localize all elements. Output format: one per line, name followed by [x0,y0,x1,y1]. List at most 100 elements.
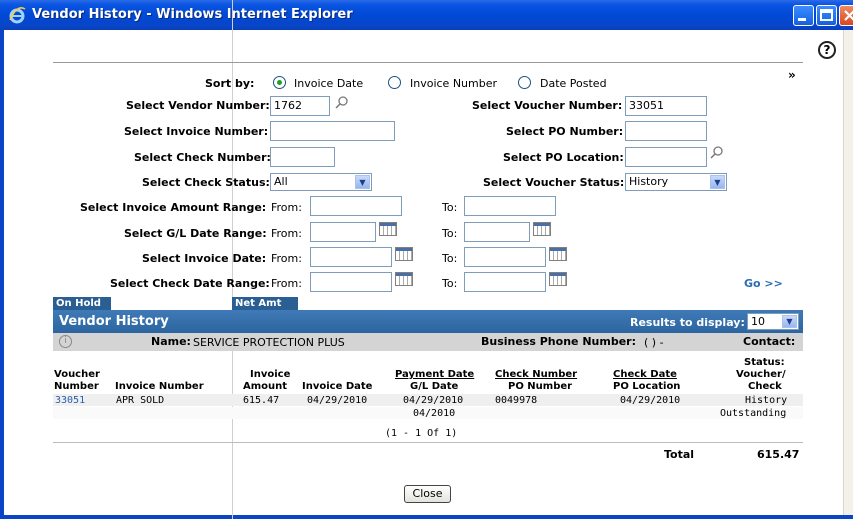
ie-logo-icon [9,7,26,24]
results-label: Results to display: [630,316,745,329]
chevron-down-icon: ▼ [782,315,797,328]
invoice-number-label: Select Invoice Number: [124,125,269,138]
invoice-amount-from-input[interactable] [310,196,402,216]
to-label: To: [442,201,458,214]
name-label: Name: [151,335,191,348]
gl-date-to-input[interactable] [464,222,530,242]
from-label: From: [271,277,302,290]
sort-invoice-number-radio[interactable] [388,76,401,89]
phone-value: ( ) - [644,336,664,349]
sort-by-label: Sort by: [205,77,255,90]
gl-date-from-input[interactable] [310,222,376,242]
to-label: To: [442,277,458,290]
title-bar: Vendor History - Windows Internet Explor… [0,0,853,30]
sort-date-posted-label: Date Posted [540,77,607,90]
expand-icon[interactable]: » [788,68,796,82]
gl-date-cell: 04/2010 [413,408,456,419]
check-date-cell: 04/29/2010 [620,395,681,406]
close-icon [844,10,853,21]
col-amount: Amount [243,381,288,392]
tab-on-hold[interactable]: On Hold [53,297,111,310]
po-location-label: Select PO Location: [503,151,624,164]
check-date-from-input[interactable] [310,272,392,292]
status-check-cell: Outstanding [720,408,787,419]
check-date-to-input[interactable] [464,272,546,292]
voucher-number-input[interactable]: 33051 [625,96,707,116]
check-number-cell: 0049978 [495,395,538,406]
invoice-number-cell: APR SOLD [116,395,165,406]
calendar-icon[interactable] [395,272,413,286]
vendor-number-label: Select Vendor Number: [126,99,270,112]
minimize-icon [798,18,806,21]
col-voucher-slash: Voucher/ [736,369,786,380]
vendor-search-icon[interactable] [335,95,349,109]
po-location-search-icon[interactable] [710,145,724,159]
sort-invoice-date-radio[interactable] [273,76,286,89]
po-location-input[interactable] [625,147,707,167]
status-voucher-cell: History [745,395,788,406]
vendor-info-bar: i Name: SERVICE PROTECTION PLUS Business… [53,333,803,351]
col-check-number[interactable]: Check Number [495,369,577,381]
voucher-link[interactable]: 33051 [55,395,85,406]
phone-label: Business Phone Number: [481,335,636,348]
sort-date-posted-radio[interactable] [518,76,531,89]
divider [53,442,803,443]
tab-strip [53,297,803,310]
contact-label: Contact: [743,335,796,348]
from-label: From: [271,227,302,240]
calendar-icon[interactable] [549,272,567,286]
go-button[interactable]: Go >> [744,277,783,290]
calendar-icon[interactable] [549,247,567,261]
col-po-location: PO Location [613,381,681,392]
invoice-date-to-input[interactable] [464,247,546,267]
col-invoice: Invoice [250,369,291,380]
invoice-number-input[interactable] [270,121,395,141]
vertical-scrollbar[interactable] [843,30,853,515]
tab-net-amt[interactable]: Net Amt [232,297,298,310]
window-frame-bottom [0,515,853,519]
col-payment-date[interactable]: Payment Date [395,369,474,381]
invoice-date-from-input[interactable] [310,247,392,267]
vendor-name: SERVICE PROTECTION PLUS [193,336,345,349]
check-status-select[interactable]: All ▼ [270,173,372,191]
check-status-label: Select Check Status: [142,176,270,189]
help-icon[interactable]: ? [818,41,836,59]
voucher-status-label: Select Voucher Status: [483,176,625,189]
calendar-icon[interactable] [379,222,397,236]
invoice-amount-to-input[interactable] [464,196,556,216]
minimize-button[interactable] [793,5,814,26]
check-number-input[interactable] [270,147,335,167]
total-value: 615.47 [757,448,800,461]
from-label: From: [271,201,302,214]
col-gl-date: G/L Date [410,381,459,392]
total-label: Total [664,448,695,461]
po-number-input[interactable] [625,121,707,141]
close-window-button[interactable] [839,5,853,26]
maximize-button[interactable] [816,5,837,26]
to-label: To: [442,227,458,240]
vendor-number-input[interactable]: 1762 [270,96,330,116]
invoice-amount-range-label: Select Invoice Amount Range: [80,201,267,214]
col-check-date[interactable]: Check Date [613,369,677,381]
paging-text: (1 - 1 Of 1) [385,428,458,439]
sort-invoice-date-label: Invoice Date [294,77,364,90]
close-button[interactable]: Close [404,485,451,503]
col-check: Check [748,381,782,392]
results-select[interactable]: 10 ▼ [747,313,799,330]
voucher-number-label: Select Voucher Number: [472,99,623,112]
results-value: 10 [751,315,765,328]
divider [53,62,803,63]
voucher-status-select[interactable]: History ▼ [625,173,727,191]
check-date-range-label: Select Check Date Range: [110,277,270,290]
check-status-value: All [274,175,288,188]
maximize-icon [820,9,833,21]
col-voucher: Voucher [54,369,100,380]
info-icon: i [59,335,72,348]
po-number-label: Select PO Number: [506,125,624,138]
calendar-icon[interactable] [533,222,551,236]
col-po-number: PO Number [508,381,573,392]
col-invoice-date: Invoice Date [302,381,373,392]
to-label: To: [442,252,458,265]
calendar-icon[interactable] [395,247,413,261]
payment-date-cell: 04/29/2010 [403,395,464,406]
